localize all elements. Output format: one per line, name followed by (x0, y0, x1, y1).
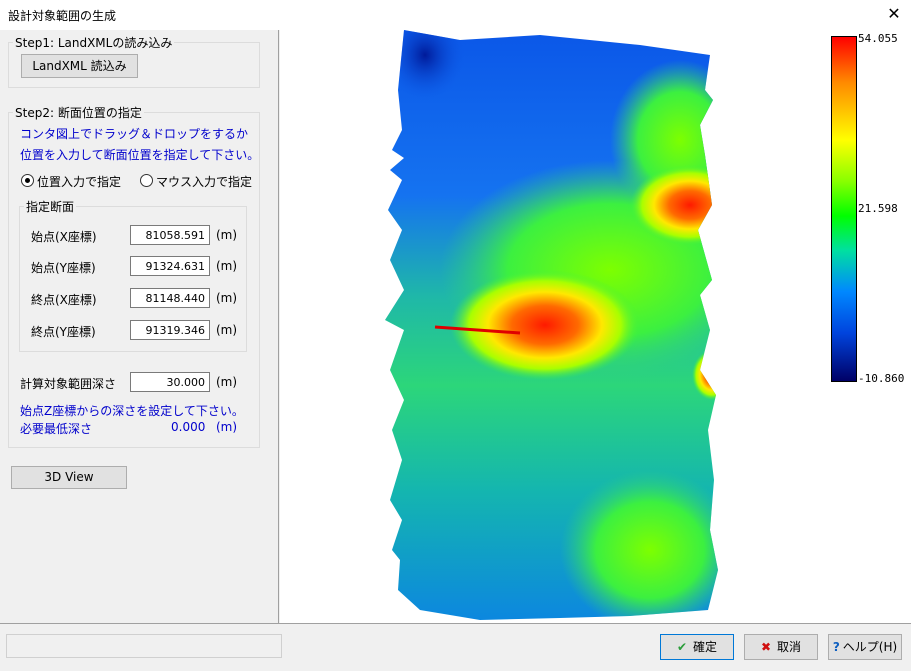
min-depth-label: 必要最低深さ (20, 422, 93, 436)
check-icon: ✔ (676, 640, 688, 654)
radio-position-label: 位置入力で指定 (37, 175, 122, 189)
cross-icon: ✖ (760, 640, 772, 654)
step2-hint-line1: コンタ図上でドラッグ＆ドロップをするか (20, 127, 249, 141)
start-y-label: 始点(Y座標) (31, 261, 96, 275)
title-bar: 設計対象範囲の生成 ✕ (0, 0, 911, 30)
start-y-unit: (m) (216, 259, 238, 273)
end-x-unit: (m) (216, 291, 238, 305)
depth-unit: (m) (216, 375, 238, 389)
status-box (6, 634, 282, 658)
close-icon[interactable]: ✕ (883, 3, 905, 25)
start-x-field[interactable] (130, 225, 210, 245)
end-y-field[interactable] (130, 320, 210, 340)
depth-label: 計算対象範囲深さ (20, 377, 117, 391)
settings-panel: Step1: LandXMLの読み込み LandXML 読込み Step2: 断… (0, 30, 279, 623)
start-x-unit: (m) (216, 228, 238, 242)
3d-view-button[interactable]: 3D View (11, 466, 127, 489)
min-depth-value: 0.000 (171, 420, 206, 434)
help-icon: ? (832, 640, 840, 654)
scale-mid-label: 21.598 (858, 202, 898, 215)
min-depth-unit: (m) (216, 420, 238, 434)
color-scale-bar (831, 36, 857, 382)
depth-hint: 始点Z座標からの深さを設定して下さい。 (20, 404, 244, 418)
start-y-field[interactable] (130, 256, 210, 276)
radio-mouse-label: マウス入力で指定 (156, 175, 253, 189)
ok-label: 確定 (693, 640, 718, 654)
help-button[interactable]: ? ヘルプ(H) (828, 634, 902, 660)
end-y-unit: (m) (216, 323, 238, 337)
end-x-field[interactable] (130, 288, 210, 308)
cancel-label: 取消 (777, 640, 802, 654)
end-x-label: 終点(X座標) (31, 293, 97, 307)
step2-legend: Step2: 断面位置の指定 (15, 106, 142, 120)
step1-legend: Step1: LandXMLの読み込み (15, 36, 173, 50)
section-legend: 指定断面 (26, 200, 75, 214)
end-y-label: 終点(Y座標) (31, 325, 96, 339)
step2-hint-line2: 位置を入力して断面位置を指定して下さい。 (20, 148, 260, 162)
load-landxml-button[interactable]: LandXML 読込み (21, 54, 138, 78)
contour-map[interactable] (280, 30, 911, 623)
contour-plot[interactable] (280, 30, 911, 623)
depth-field[interactable] (130, 372, 210, 392)
bottom-bar: ✔ 確定 ✖ 取消 ? ヘルプ(H) (0, 623, 911, 671)
window-title: 設計対象範囲の生成 (8, 9, 117, 23)
scale-max-label: 54.055 (858, 32, 898, 45)
ok-button[interactable]: ✔ 確定 (660, 634, 734, 660)
radio-mouse-input[interactable] (140, 174, 153, 187)
start-x-label: 始点(X座標) (31, 230, 97, 244)
radio-position-input[interactable] (21, 174, 34, 187)
help-label: ヘルプ(H) (842, 640, 898, 654)
scale-min-label: -10.860 (858, 372, 905, 385)
cancel-button[interactable]: ✖ 取消 (744, 634, 818, 660)
